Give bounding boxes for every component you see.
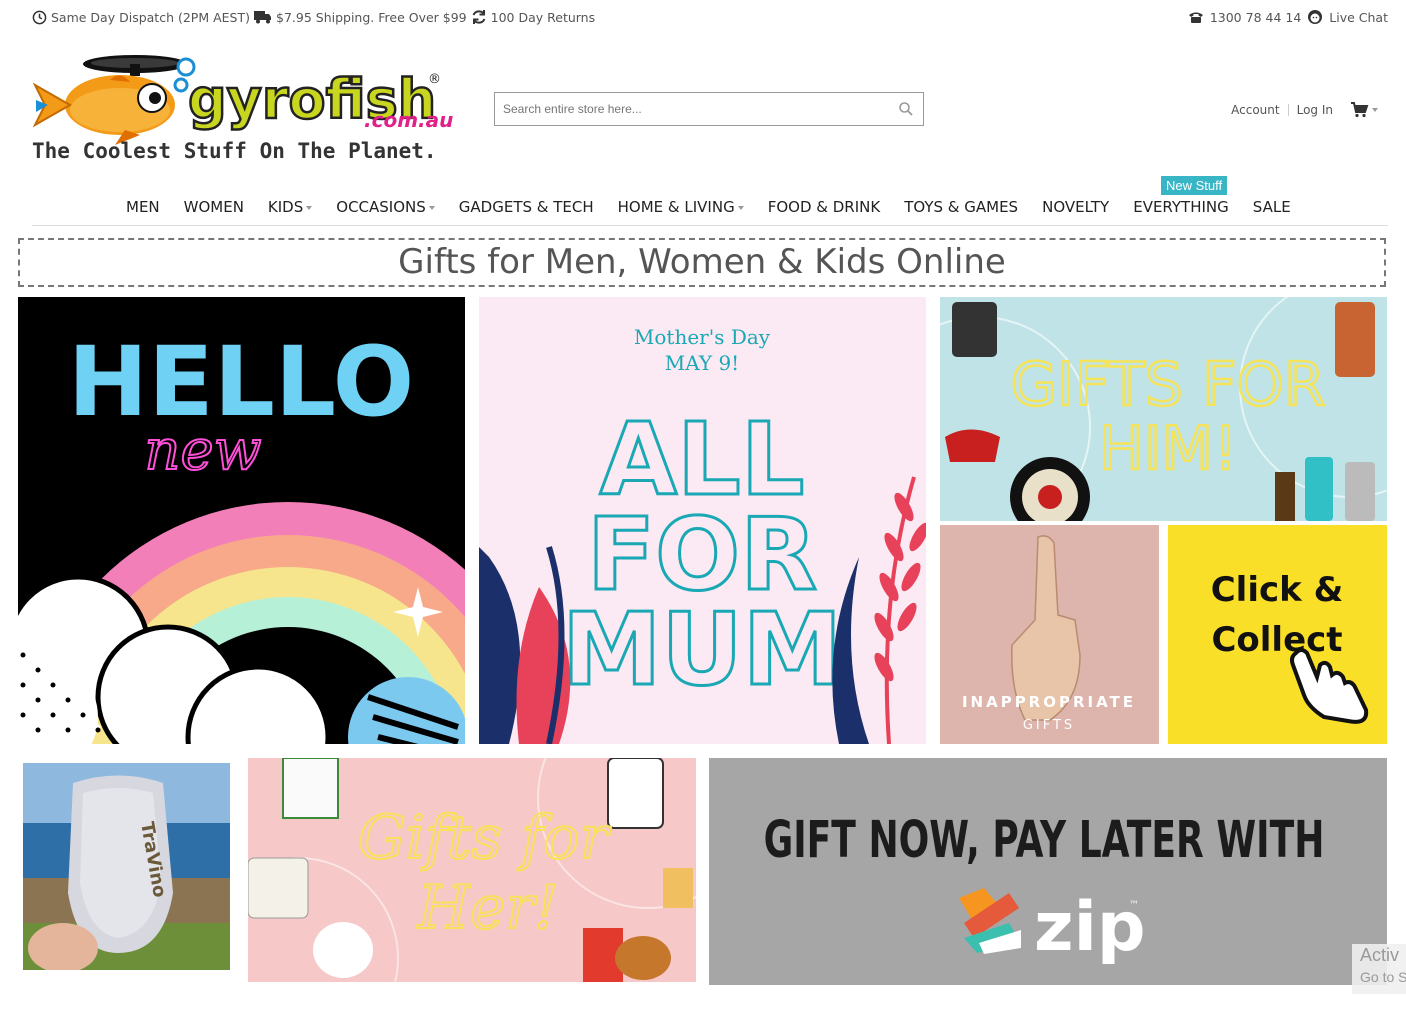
nav-label: NOVELTY [1042, 198, 1110, 216]
nav-item-gadgets-tech[interactable]: GADGETS & TECH [459, 198, 594, 216]
account-links: Account Log In [1231, 102, 1378, 118]
nav-label: KIDS [267, 198, 304, 216]
logo-domain-text: .com.au [364, 108, 453, 132]
clock-icon [32, 10, 47, 25]
gyrofish-logo[interactable]: gyrofish ® .com.au The Coolest Stuff On … [30, 50, 460, 165]
nav-item-home-living[interactable]: HOME & LIVING [618, 198, 744, 216]
nav-label: GADGETS & TECH [458, 198, 594, 216]
nav-item-occasions[interactable]: OCCASIONS [336, 198, 435, 216]
mum-title: Mother's Day [634, 325, 771, 349]
her-line-2: Her! [417, 873, 559, 943]
nav-item-men[interactable]: MEN [126, 198, 160, 216]
gifts-for-her-banner[interactable]: Gifts for Her! [248, 758, 696, 982]
top-info-bar: Same Day Dispatch (2PM AEST) $7.95 Shipp… [0, 0, 1406, 34]
click-collect-banner[interactable]: Click & Collect [1168, 525, 1387, 744]
watermark-line-2: Go to S [1360, 969, 1406, 985]
nav-item-everything[interactable]: EVERYTHING [1133, 198, 1229, 216]
search-icon[interactable] [899, 102, 913, 116]
chevron-down-icon [306, 205, 313, 210]
zip-pay-banner[interactable]: GIFT NOW, PAY LATER WITH zip ™ [709, 758, 1387, 985]
zip-headline: GIFT NOW, PAY LATER WITH [764, 811, 1325, 870]
nav-label: MEN [126, 198, 160, 216]
shipping-text: $7.95 Shipping. Free Over $99 [276, 9, 467, 25]
gifts-for-him-banner[interactable]: GIFTS FOR HIM! [940, 297, 1387, 521]
search-input[interactable] [495, 93, 891, 125]
logo-tagline: The Coolest Stuff On The Planet. [32, 139, 437, 163]
dispatch-text: Same Day Dispatch (2PM AEST) [51, 9, 250, 25]
activation-watermark: Activ Go to S [1352, 944, 1406, 994]
nav-label: SALE [1252, 198, 1291, 216]
truck-icon [254, 10, 272, 24]
nav-item-sale[interactable]: SALE [1253, 198, 1291, 216]
nav-item-food-drink[interactable]: FOOD & DRINK [768, 198, 880, 216]
account-link[interactable]: Account [1231, 103, 1279, 117]
nav-label: TOYS & GAMES [904, 198, 1019, 216]
nav-item-kids[interactable]: KIDS [267, 198, 313, 216]
chevron-down-icon [1372, 108, 1378, 112]
nav-label: WOMEN [183, 198, 244, 216]
account-separator [1287, 104, 1289, 116]
nav-label: OCCASIONS [336, 198, 426, 216]
live-chat-link[interactable]: Live Chat [1329, 10, 1388, 25]
mum-big-3: MUM [562, 591, 842, 708]
nav-item-novelty[interactable]: NOVELTY [1042, 198, 1109, 216]
nav-item-toys-games[interactable]: TOYS & GAMES [904, 198, 1018, 216]
hello-subtitle: new [144, 418, 261, 483]
chat-agent-icon [1307, 9, 1323, 25]
mum-date: MAY 9! [665, 351, 739, 375]
nav-label: FOOD & DRINK [767, 198, 881, 216]
inappropriate-title: INAPPROPRIATE [962, 693, 1136, 711]
her-line-1: Gifts for [358, 803, 612, 873]
returns-text: 100 Day Returns [490, 9, 596, 25]
chevron-down-icon [737, 205, 744, 210]
nav-label: HOME & LIVING [617, 198, 735, 216]
click-line-2: Collect [1211, 620, 1342, 660]
login-link[interactable]: Log In [1297, 103, 1333, 117]
zip-tm-mark: ™ [1129, 900, 1139, 911]
watermark-line-1: Activ [1360, 945, 1400, 965]
inappropriate-subtitle: GIFTS [1023, 718, 1075, 733]
chevron-down-icon [428, 205, 435, 210]
hello-new-banner[interactable]: HELLO new [18, 297, 465, 744]
cart-button[interactable] [1351, 102, 1378, 118]
him-line-1: GIFTS FOR [1011, 350, 1326, 420]
nav-item-women[interactable]: WOMEN [184, 198, 244, 216]
him-line-2: HIM! [1099, 414, 1238, 484]
nav-label: EVERYTHING [1133, 198, 1229, 216]
travino-product-tile[interactable]: TraVino [23, 763, 230, 970]
page-headline: Gifts for Men, Women & Kids Online [18, 238, 1386, 287]
main-nav: MEN WOMEN KIDS OCCASIONS GADGETS & TECH … [32, 188, 1388, 226]
logo-reg-mark: ® [428, 72, 441, 87]
cart-icon [1351, 102, 1369, 118]
refresh-icon [471, 9, 487, 25]
search-box [494, 92, 924, 126]
inappropriate-gifts-banner[interactable]: INAPPROPRIATE GIFTS [940, 525, 1159, 744]
click-line-1: Click & [1211, 570, 1344, 610]
phone-number[interactable]: 1300 78 44 14 [1210, 10, 1301, 25]
phone-icon [1188, 11, 1204, 24]
mothers-day-banner[interactable]: Mother's Day MAY 9! ALL FOR MUM [479, 297, 926, 744]
